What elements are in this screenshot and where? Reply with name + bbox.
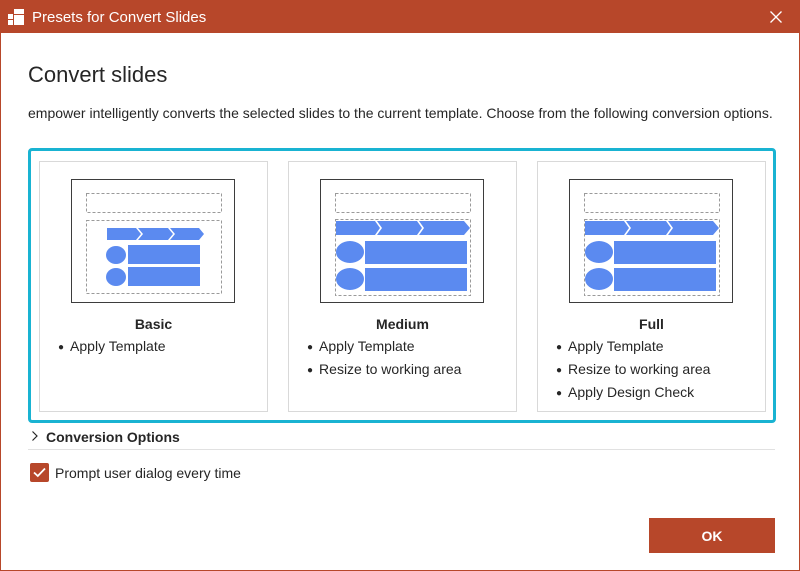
list-item: Apply Template (58, 336, 165, 359)
preset-card-basic[interactable]: Basic Apply Template (39, 161, 268, 412)
description-text: empower intelligently converts the selec… (28, 105, 773, 121)
preset-title: Full (639, 316, 664, 332)
checkmark-icon (33, 467, 46, 478)
list-item: Apply Design Check (556, 382, 710, 405)
prompt-dialog-label: Prompt user dialog every time (55, 465, 241, 481)
preset-title: Basic (134, 316, 173, 332)
preset-feature-list: Apply Template (58, 336, 165, 359)
close-icon (770, 11, 782, 23)
list-item: Apply Template (307, 336, 461, 359)
list-item: Resize to working area (307, 359, 461, 382)
conversion-options-expander[interactable]: Conversion Options (28, 427, 775, 450)
window-title: Presets for Convert Slides (32, 9, 207, 26)
title-bar: Presets for Convert Slides (1, 1, 799, 33)
full-preview-illustration (569, 179, 733, 303)
list-item: Resize to working area (556, 359, 710, 382)
preset-feature-list: Apply Template Resize to working area (307, 336, 461, 382)
preset-feature-list: Apply Template Resize to working area Ap… (556, 336, 710, 405)
presets-dialog: Presets for Convert Slides Convert slide… (0, 0, 800, 571)
preset-card-medium[interactable]: Medium Apply Template Resize to working … (288, 161, 517, 412)
medium-preview-illustration (320, 179, 484, 303)
chevron-right-icon (32, 431, 38, 441)
preset-options-group: Basic Apply Template Medi (28, 148, 776, 423)
close-button[interactable] (753, 1, 799, 33)
app-logo-icon (8, 9, 24, 25)
basic-preview-illustration (71, 179, 235, 303)
preset-card-full[interactable]: Full Apply Template Resize to working ar… (537, 161, 766, 412)
ok-button[interactable]: OK (649, 518, 775, 553)
conversion-options-label: Conversion Options (46, 429, 180, 445)
preset-title: Medium (376, 316, 429, 332)
list-item: Apply Template (556, 336, 710, 359)
page-title: Convert slides (28, 62, 168, 87)
prompt-dialog-checkbox[interactable] (30, 463, 49, 482)
